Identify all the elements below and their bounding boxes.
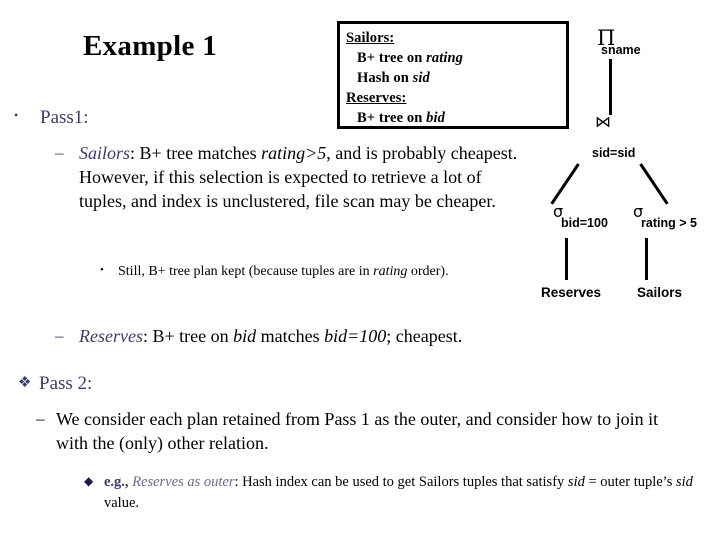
sailors-index1-text: B+ tree on: [357, 50, 427, 66]
reserves-attr: bid: [233, 326, 257, 346]
bullet-reserves-plan: – Reserves: B+ tree on bid matches bid=1…: [55, 325, 475, 349]
eg-text-c: value.: [104, 495, 140, 512]
bullet-example-reserves-outer: ◆ e.g., Reserves as outer: Hash index ca…: [84, 472, 694, 514]
relation-reserves-as-outer: Reserves as outer: [132, 474, 235, 490]
select-right-subscript: rating > 5: [641, 216, 697, 230]
sailors-index2-text: Hash on: [357, 70, 413, 86]
slide-canvas: Example 1 Sailors: B+ tree on rating Has…: [0, 0, 720, 540]
bullet-still-btree-kept: • Still, B+ tree plan kept (because tupl…: [100, 262, 520, 281]
reserves-text-a: B+ tree on: [147, 326, 234, 346]
bullet-pass1: • Pass1:: [14, 107, 89, 129]
reserves-predicate: bid=100: [324, 326, 387, 346]
sailors-index1-attr: rating: [426, 50, 463, 66]
bullet-reserves-plan-text: Reserves: B+ tree on bid matches bid=100…: [79, 325, 475, 349]
still-text-a: Still, B+ tree plan kept (because tuples…: [118, 264, 374, 279]
index-box-sailors-header: Sailors:: [346, 30, 395, 46]
reserves-index1-attr: bid: [426, 110, 445, 126]
bullet-pass2-label: Pass 2:: [39, 373, 93, 394]
reserves-text-c: ; cheapest.: [386, 326, 463, 346]
join-operator-icon: ⋈: [595, 112, 611, 131]
still-text-b: order).: [407, 264, 449, 279]
diamond-star-marker-icon: ❖: [18, 375, 32, 391]
bullet-pass2-detail-text: We consider each plan retained from Pass…: [56, 409, 659, 453]
bullet-pass1-label: Pass1:: [40, 107, 89, 128]
projection-subscript: sname: [601, 43, 641, 57]
dash-marker-icon: –: [55, 326, 64, 345]
dash-marker-icon: –: [55, 143, 64, 162]
relation-name-reserves: Reserves: [79, 326, 143, 346]
eg-attr-2: sid: [675, 474, 693, 490]
bullet-marker-icon: •: [100, 264, 104, 276]
eg-text-a: Hash index can be used to get Sailors tu…: [238, 474, 568, 490]
bullet-pass2: ❖ Pass 2:: [18, 373, 92, 395]
still-emph: rating: [373, 264, 408, 279]
tree-leaf-reserves: Reserves: [541, 285, 602, 300]
eg-label: e.g.,: [104, 474, 133, 490]
page-title: Example 1: [82, 30, 217, 62]
index-info-box: Sailors: B+ tree on rating Hash on sid R…: [337, 21, 569, 129]
tree-edge-join-to-left: [550, 163, 580, 205]
bullet-pass2-detail: – We consider each plan retained from Pa…: [36, 408, 686, 456]
relation-name-sailors: Sailors: [79, 143, 131, 163]
index-box-reserves-header: Reserves:: [346, 90, 407, 106]
tree-leaf-sailors: Sailors: [637, 285, 683, 300]
reserves-index1-text: B+ tree on: [357, 110, 427, 126]
bullet-sailors-plan-text: Sailors: B+ tree matches rating>5, and i…: [79, 142, 527, 213]
tree-edge-right-to-leaf: [645, 238, 648, 280]
dash-marker-icon: –: [36, 409, 45, 428]
index-box-sailors-line-1: B+ tree on rating: [346, 48, 566, 68]
tree-edge-join-to-right: [639, 163, 669, 205]
bullet-sailors-plan: – Sailors: B+ tree matches rating>5, and…: [55, 142, 527, 213]
reserves-text-b: matches: [256, 326, 325, 346]
bullet-example-text: e.g., Reserves as outer: Hash index can …: [104, 472, 694, 514]
select-left-subscript: bid=100: [561, 216, 608, 230]
index-box-sailors-line-2: Hash on sid: [346, 68, 566, 88]
tree-edge-project-to-join: [609, 59, 612, 115]
join-subscript: sid=sid: [592, 146, 636, 160]
sailors-index2-attr: sid: [412, 70, 430, 86]
tree-edge-left-to-leaf: [565, 238, 568, 280]
eg-attr-1: sid: [567, 474, 585, 490]
index-box-reserves-line-1: B+ tree on bid: [346, 108, 566, 128]
sailors-text-a: B+ tree matches: [135, 143, 262, 163]
bullet-still-text: Still, B+ tree plan kept (because tuples…: [118, 262, 520, 281]
eg-text-b: = outer tuple’s: [584, 474, 676, 490]
sailors-predicate: rating>5: [261, 143, 327, 163]
bullet-marker-icon: •: [14, 108, 19, 122]
filled-diamond-marker-icon: ◆: [84, 474, 94, 488]
